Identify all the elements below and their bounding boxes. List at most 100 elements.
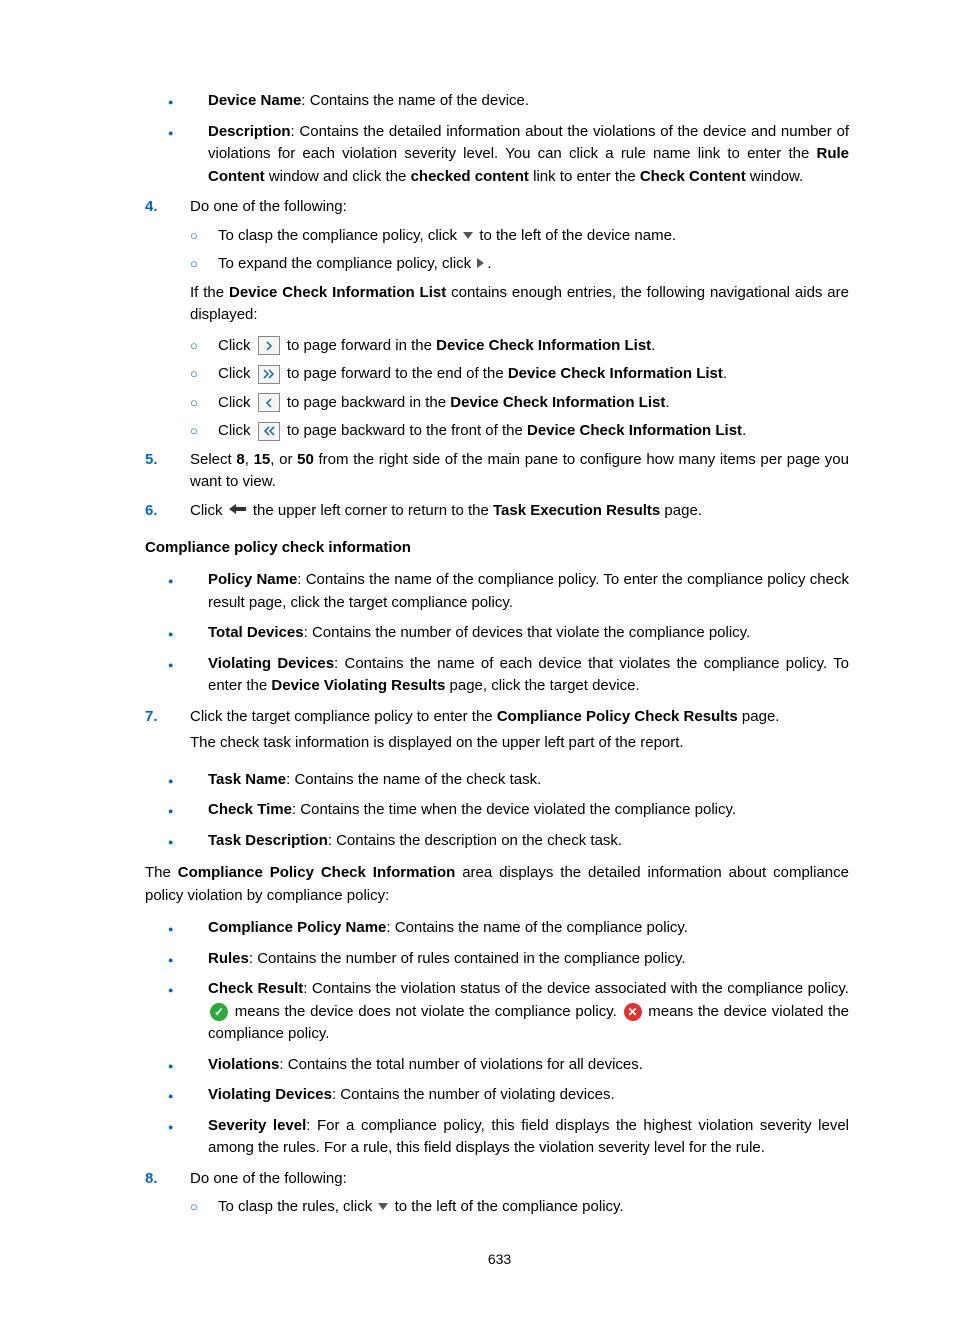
sub-expand: ○ To expand the compliance policy, click… [190,253,849,276]
text: To clasp the compliance policy, click [218,227,461,244]
label: Compliance Policy Name [208,919,386,936]
text: to page backward to the front of the [283,422,527,439]
bullet-task-description: ● Task Description: Contains the descrip… [150,830,849,853]
label: Check Time [208,801,292,818]
heading-compliance-policy: Compliance policy check information [145,537,849,560]
bullet-violating-devices-2: ● Violating Devices: Contains the number… [150,1084,849,1107]
text: page, click the target device. [445,677,639,694]
label: Rules [208,950,249,967]
step-number: 7. [145,706,190,763]
bullet-marker: ● [150,90,208,113]
bold: Device Violating Results [271,677,445,694]
bullet-description: ● Description: Contains the detailed inf… [150,121,849,189]
text: Click [218,422,255,439]
text: the upper left corner to return to the [249,502,493,519]
text: . [487,255,491,272]
circle-marker: ○ [190,253,218,274]
text: To clasp the rules, click [218,1198,376,1215]
label: Severity level [208,1117,306,1134]
text: to the left of the compliance policy. [390,1198,623,1215]
text: : Contains the violation status of the d… [303,980,849,997]
bold: Device Check Information List [450,394,665,411]
text: Click [218,337,255,354]
label: Total Devices [208,624,304,641]
label: Violating Devices [208,655,334,672]
bold: Compliance Policy Check Results [497,708,738,725]
bullet-marker: ● [150,799,208,822]
text: to page forward in the [283,337,436,354]
step-7-sub: The check task information is displayed … [190,732,849,755]
text: to page backward in the [283,394,451,411]
bullet-policy-name: ● Policy Name: Contains the name of the … [150,569,849,614]
bullet-marker: ● [150,1084,208,1107]
bullet-check-result: ● Check Result: Contains the violation s… [150,978,849,1046]
text: : Contains the name of the device. [301,92,529,109]
label: Violations [208,1056,279,1073]
bold: 8 [236,451,244,468]
text: . [742,422,746,439]
page-forward-end-icon [258,365,280,384]
bullet-marker: ● [150,948,208,971]
text: window. [746,168,804,185]
text: . [723,365,727,382]
bullet-rules: ● Rules: Contains the number of rules co… [150,948,849,971]
sub-clasp: ○ To clasp the compliance policy, click … [190,225,849,248]
label: Violating Devices [208,1086,332,1103]
bullet-marker: ● [150,121,208,189]
step-number: 8. [145,1168,190,1191]
bold: 50 [297,451,314,468]
step-5: 5. Select 8, 15, or 50 from the right si… [145,449,849,494]
page: ● Device Name: Contains the name of the … [0,0,954,1320]
text: To expand the compliance policy, click [218,255,475,272]
text: page. [660,502,702,519]
bullet-marker: ● [150,1115,208,1160]
text: window and click the [265,168,411,185]
triangle-down-icon [378,1196,388,1219]
sub-clasp-rules: ○ To clasp the rules, click to the left … [190,1196,849,1219]
step-8: 8. Do one of the following: [145,1168,849,1191]
bullet-marker: ● [150,622,208,645]
text: : Contains the number of violating devic… [332,1086,615,1103]
bullet-marker: ● [150,769,208,792]
step-6: 6. Click the upper left corner to return… [145,500,849,523]
text: to page forward to the end of the [283,365,508,382]
text: . [665,394,669,411]
nav-aids-para: If the Device Check Information List con… [190,282,849,327]
bullet-marker: ● [150,1054,208,1077]
page-number: 633 [150,1249,849,1270]
step-number: 6. [145,500,190,523]
nav-forward: ○ Click to page forward in the Device Ch… [190,335,849,358]
text: to the left of the device name. [475,227,676,244]
check-ok-icon: ✓ [210,1003,228,1021]
circle-marker: ○ [190,420,218,441]
step-4: 4. Do one of the following: [145,196,849,219]
bold: 15 [254,451,271,468]
bullet-total-devices: ● Total Devices: Contains the number of … [150,622,849,645]
step-intro: Do one of the following: [190,196,849,219]
step-number: 4. [145,196,190,219]
text: page. [738,708,780,725]
text: Click [218,365,255,382]
bullet-compliance-policy-name: ● Compliance Policy Name: Contains the n… [150,917,849,940]
text: : Contains the time when the device viol… [292,801,736,818]
text: means the device does not violate the co… [230,1003,622,1020]
bullet-violating-devices: ● Violating Devices: Contains the name o… [150,653,849,698]
label: Task Description [208,832,328,849]
circle-marker: ○ [190,392,218,413]
page-backward-icon [258,393,280,412]
text: , [245,451,254,468]
bold: Task Execution Results [493,502,660,519]
bullet-marker: ● [150,653,208,698]
bullet-severity-level: ● Severity level: For a compliance polic… [150,1115,849,1160]
step-number: 5. [145,449,190,494]
triangle-down-icon [463,225,473,248]
text: : Contains the total number of violation… [279,1056,643,1073]
text: . [651,337,655,354]
bold: Device Check Information List [436,337,651,354]
text: : Contains the name of the compliance po… [386,919,688,936]
text: : Contains the name of the check task. [286,771,541,788]
check-fail-icon: ✕ [624,1003,642,1021]
text: , or [270,451,297,468]
step-intro: Do one of the following: [190,1168,849,1191]
text: link to enter the [529,168,640,185]
